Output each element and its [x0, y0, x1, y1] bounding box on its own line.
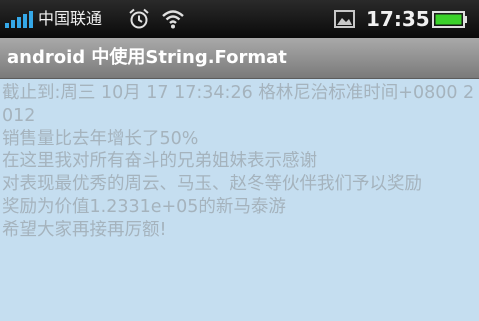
carrier-name: 中国联通 — [38, 9, 103, 28]
status-bar: 中国联通 17:35 — [0, 0, 479, 38]
text-line-prize: 奖励为价值1.2331e+05的新马泰游 — [2, 196, 286, 217]
title-bar: android 中使用String.Format — [0, 38, 479, 79]
text-line-date: 截止到:周三 10月 17 17:34:26 格林尼治标准时间+0800 201… — [2, 83, 475, 126]
signal-icon — [5, 11, 33, 28]
picture-icon — [334, 10, 355, 28]
text-line-sales: 销售量比去年增长了50% — [2, 128, 199, 149]
content-area: 截止到:周三 10月 17 17:34:26 格林尼治标准时间+0800 201… — [0, 79, 479, 321]
status-time: 17:35 — [366, 7, 430, 31]
text-line-reward: 对表现最优秀的周云、马玉、赵冬等伙伴我们予以奖励 — [2, 174, 422, 195]
app-title: android 中使用String.Format — [7, 47, 287, 68]
wifi-icon — [162, 10, 184, 29]
alarm-icon — [129, 8, 149, 29]
text-line-hope: 希望大家再接再厉额! — [2, 219, 167, 240]
battery-icon — [432, 11, 467, 28]
text-line-thanks: 在这里我对所有奋斗的兄弟姐妹表示感谢 — [2, 151, 317, 172]
text-block: 截止到:周三 10月 17 17:34:26 格林尼治标准时间+0800 201… — [2, 82, 476, 242]
